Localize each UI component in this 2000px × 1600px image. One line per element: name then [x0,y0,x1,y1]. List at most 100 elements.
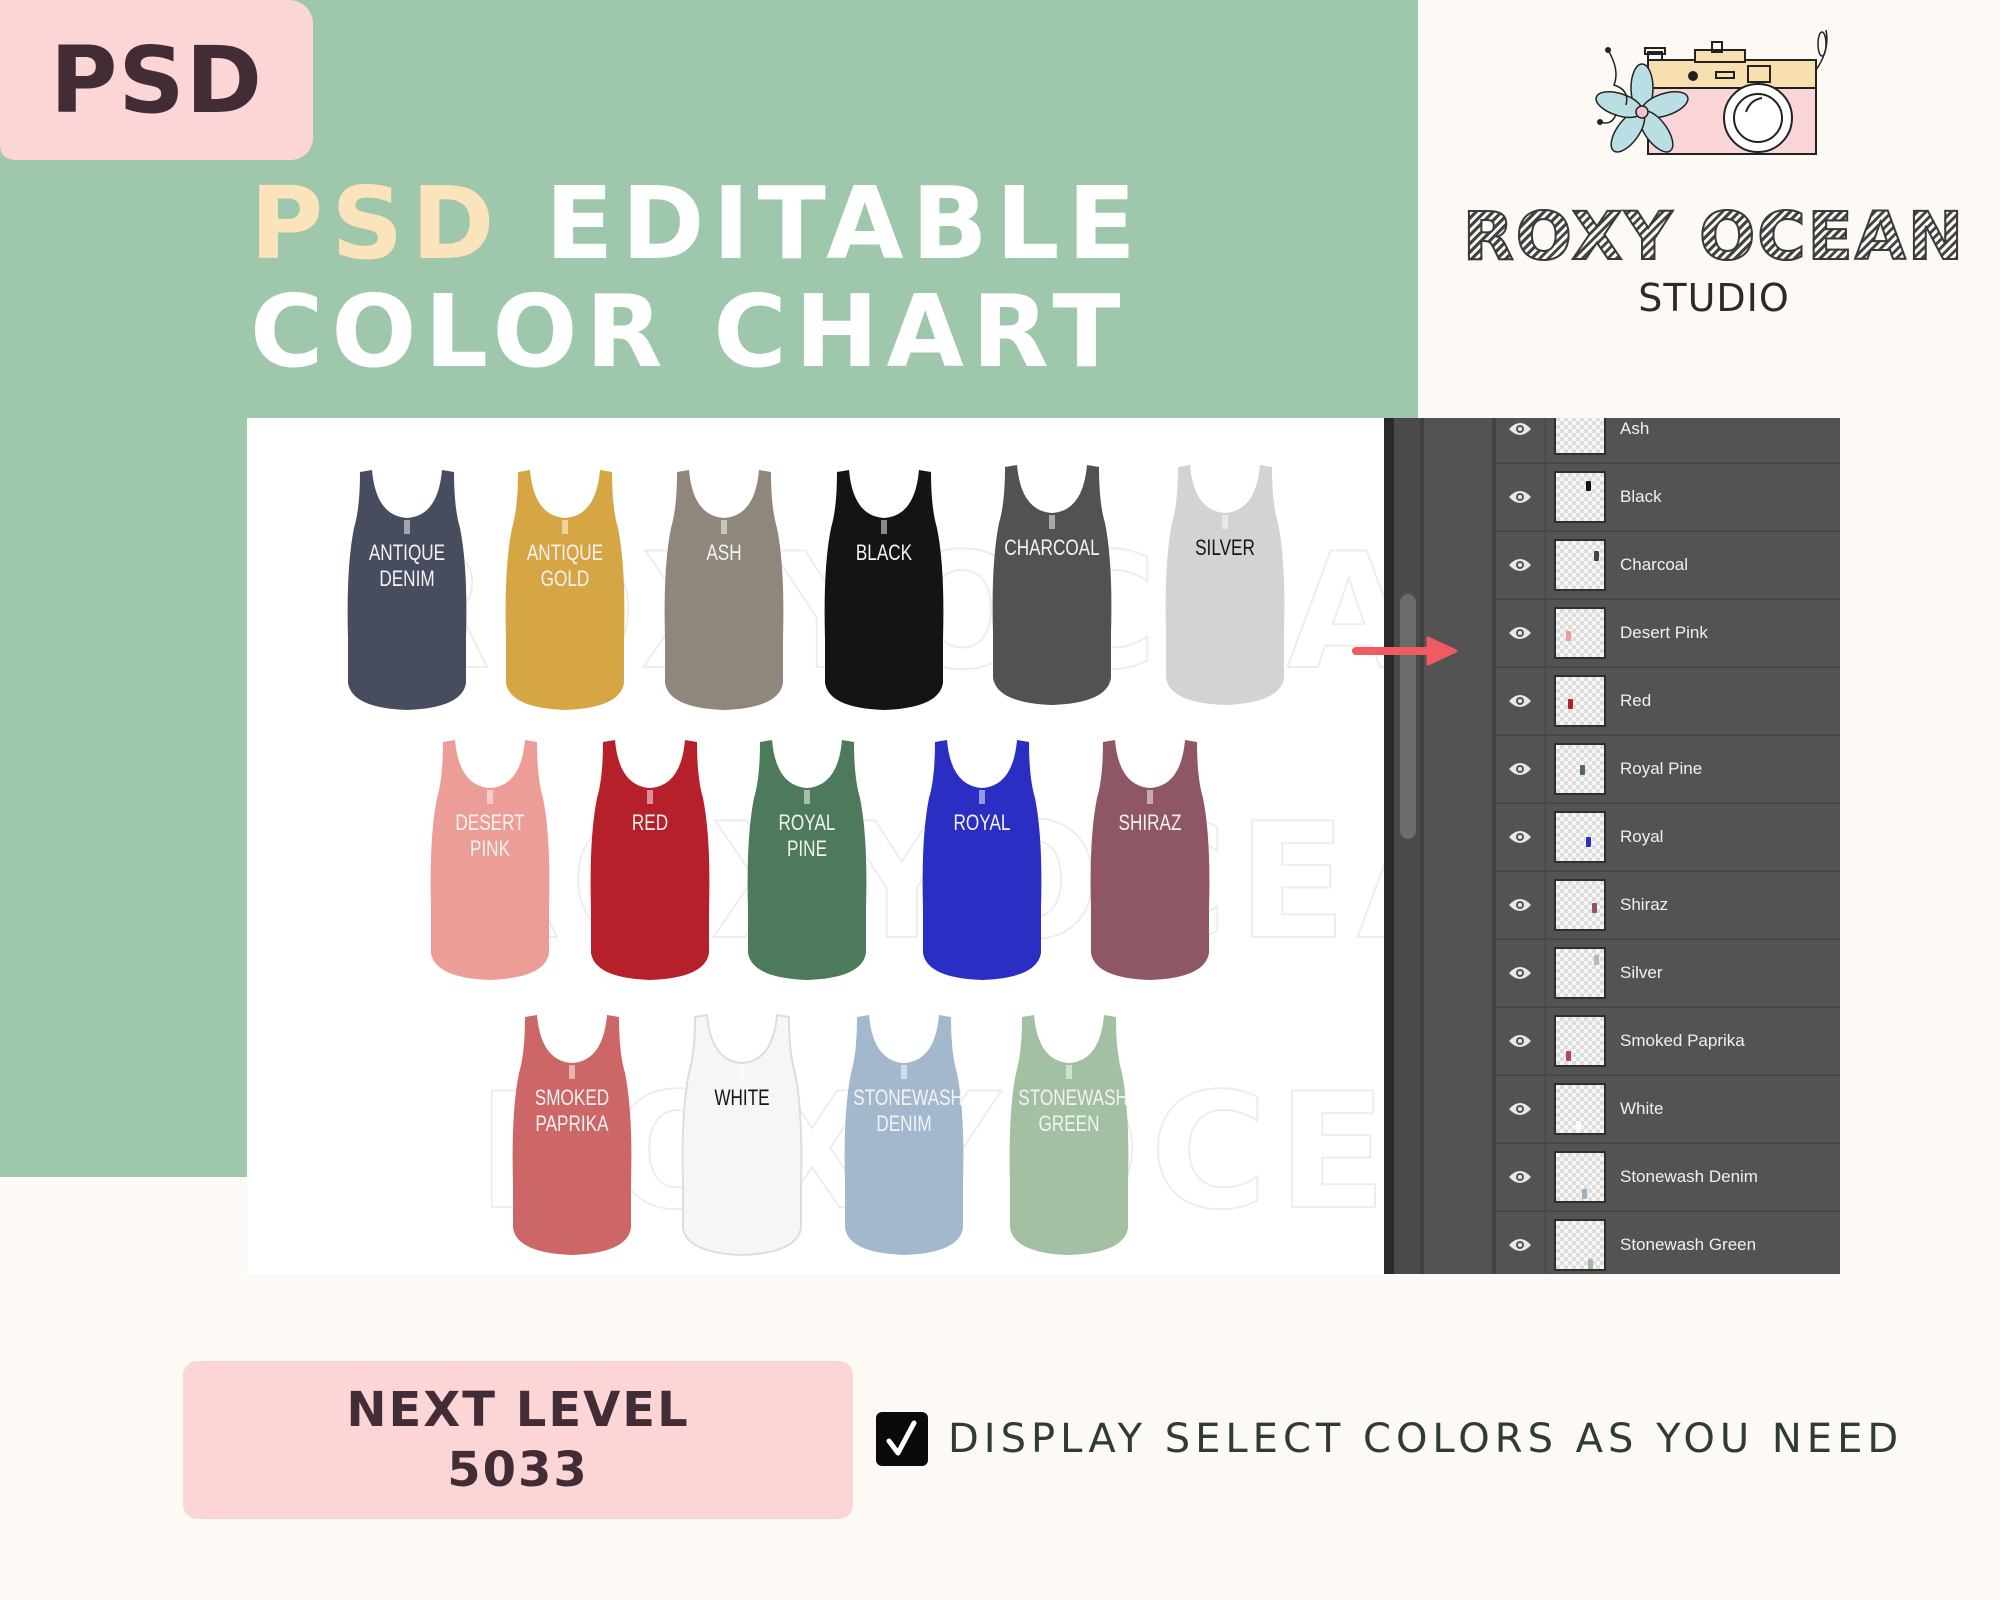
layer-thumbnail [1554,418,1606,455]
layer-name: Red [1620,691,1652,710]
layer-row[interactable]: Royal Pine [1496,736,1840,804]
layers-list: Ash Black Charcoal Desert Pink Red Royal Pine… [1496,418,1840,1274]
layer-row[interactable]: Red [1496,668,1840,736]
layer-thumbnail-swatch [1586,837,1591,847]
tank-color-label: WHITE [691,1085,792,1111]
layer-thumbnail-swatch [1566,631,1571,641]
tank-top-swatch: STONEWASH DENIM [839,1013,969,1258]
layer-row[interactable]: Smoked Paprika [1496,1008,1840,1076]
visibility-eye-icon[interactable] [1496,872,1546,938]
visibility-eye-icon[interactable] [1496,1008,1546,1074]
layer-name: Ash [1620,419,1650,438]
tank-top-swatch: CHARCOAL [987,463,1117,708]
tank-color-label-line: DESERT [455,810,525,835]
tank-top-icon [1090,740,1210,980]
visibility-eye-icon[interactable] [1496,668,1546,734]
layer-row[interactable]: Shiraz [1496,872,1840,940]
tank-top-swatch: STONEWASH GREEN [1004,1013,1134,1258]
tank-top-icon [590,740,710,980]
visibility-eye-icon[interactable] [1496,418,1546,462]
layer-name: Silver [1620,963,1663,982]
tank-top-swatch: ANTIQUE DENIM [342,468,472,713]
tank-color-label-line: STONEWASH [1018,1085,1128,1110]
visibility-eye-icon[interactable] [1496,600,1546,666]
tank-color-label-line: BLACK [855,540,913,565]
tank-top-swatch: ASH [659,468,789,713]
layer-row[interactable]: Royal [1496,804,1840,872]
layer-thumbnail [1554,1151,1606,1203]
tank-top-icon [681,1013,803,1257]
layer-thumbnail [1554,1219,1606,1271]
layer-name: Black [1620,487,1662,506]
tank-color-label-line: PINK [469,836,511,861]
feature-checkbox[interactable] [876,1412,928,1466]
arrow-right-icon [1352,636,1458,666]
tank-color-label: STONEWASH GREEN [1018,1085,1128,1137]
layers-scrollbar-thumb[interactable] [1400,594,1416,839]
layer-name: Royal [1620,827,1664,846]
visibility-eye-icon[interactable] [1496,940,1546,1006]
layer-thumbnail-swatch [1580,765,1585,775]
layer-thumbnail [1554,879,1606,931]
visibility-eye-icon[interactable] [1496,464,1546,530]
layer-thumbnail-swatch [1566,1051,1571,1061]
checkmark-icon [886,1420,917,1456]
layer-thumbnail [1554,539,1606,591]
tank-color-label-line: STONEWASH [853,1085,963,1110]
camera-with-flower-icon [1595,30,1828,155]
layer-row[interactable]: White [1496,1076,1840,1144]
tank-color-label-line: ANTIQUE [526,540,604,565]
layer-row[interactable]: Silver [1496,940,1840,1008]
tank-color-label: ANTIQUE GOLD [514,540,615,592]
tank-top-swatch: SILVER [1160,463,1290,708]
layer-thumbnail-swatch [1588,1259,1593,1269]
tank-top-swatch: RED [585,738,715,983]
layer-thumbnail [1554,811,1606,863]
layer-row[interactable]: Desert Pink [1496,600,1840,668]
layer-row[interactable]: Stonewash Green [1496,1212,1840,1274]
tank-color-label: ROYAL PINE [756,810,857,862]
layer-row[interactable]: Stonewash Denim [1496,1144,1840,1212]
layer-name: Stonewash Green [1620,1235,1757,1254]
tank-top-icon [824,470,944,710]
visibility-eye-icon[interactable] [1496,1212,1546,1274]
layer-thumbnail-swatch [1594,955,1599,965]
tank-top-swatch: SMOKED PAPRIKA [507,1013,637,1258]
watermark-row-2: ROXYOCEAN [436,787,1384,976]
layers-scrollbar-track[interactable] [1394,418,1424,1274]
feature-text: DISPLAY SELECT COLORS AS YOU NEED [948,1416,1904,1462]
visibility-eye-icon[interactable] [1496,736,1546,802]
layer-row[interactable]: Ash [1496,418,1840,464]
layer-row[interactable]: Black [1496,464,1840,532]
tank-top-icon [664,470,784,710]
model-brand: NEXT LEVEL [346,1382,690,1438]
layer-thumbnail [1554,675,1606,727]
layer-thumbnail [1554,947,1606,999]
tank-color-label: DESERT PINK [439,810,540,862]
tank-color-label: ASH [673,540,774,566]
visibility-eye-icon[interactable] [1496,532,1546,598]
tank-top-icon [922,740,1042,980]
tank-color-label: ANTIQUE DENIM [356,540,457,592]
layer-name: Shiraz [1620,895,1669,914]
tank-top-icon [992,465,1112,705]
visibility-eye-icon[interactable] [1496,1076,1546,1142]
psd-badge-label: PSD [49,26,264,134]
layer-thumbnail-swatch [1592,903,1597,913]
tank-top-swatch: SHIRAZ [1085,738,1215,983]
layer-thumbnail-swatch [1582,1189,1587,1199]
layer-name: Royal Pine [1620,759,1703,778]
product-model-badge: NEXT LEVEL 5033 [183,1361,853,1519]
layer-row[interactable]: Charcoal [1496,532,1840,600]
tank-top-swatch: ROYAL PINE [742,738,872,983]
tank-color-label-line: SILVER [1195,535,1255,560]
tank-color-label-line: GOLD [540,566,590,591]
tank-color-label-line: ROYAL [953,810,1011,835]
tank-color-label-line: RED [631,810,669,835]
layer-name: Desert Pink [1620,623,1708,642]
layer-thumbnail [1554,1015,1606,1067]
visibility-eye-icon[interactable] [1496,1144,1546,1210]
tank-top-swatch: WHITE [677,1013,807,1258]
visibility-eye-icon[interactable] [1496,804,1546,870]
tank-color-label-line: GREEN [1038,1111,1100,1136]
